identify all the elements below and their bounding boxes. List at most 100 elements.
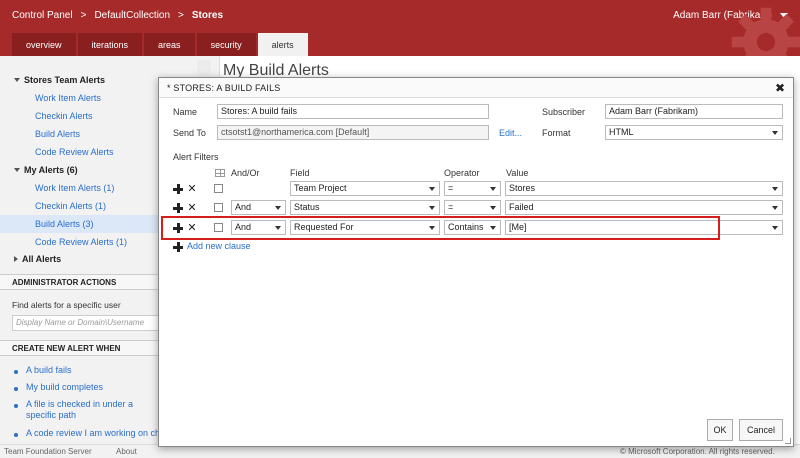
format-label: Format bbox=[542, 128, 571, 138]
operator-value: = bbox=[448, 202, 454, 212]
column-field: Field bbox=[290, 168, 310, 178]
alert-dialog: * STORES: A BUILD FAILS ✖ Name Stores: A… bbox=[158, 77, 794, 447]
dialog-header: * STORES: A BUILD FAILS ✖ bbox=[159, 78, 793, 98]
andor-select[interactable]: And bbox=[231, 200, 286, 215]
field-value: Team Project bbox=[294, 183, 347, 193]
expand-icon bbox=[14, 168, 20, 172]
bullet-icon bbox=[14, 433, 18, 437]
remove-clause-icon[interactable]: ✕ bbox=[187, 184, 197, 195]
format-select[interactable]: HTML bbox=[605, 125, 783, 140]
dialog-title: * STORES: A BUILD FAILS bbox=[167, 83, 281, 93]
breadcrumb-separator: > bbox=[80, 10, 87, 21]
sidebar-item-team-build-alerts[interactable]: Build Alerts bbox=[35, 125, 80, 143]
gear-icon bbox=[731, 7, 800, 56]
andor-value: And bbox=[235, 202, 252, 212]
bullet-icon bbox=[14, 387, 18, 391]
field-select[interactable]: Team Project bbox=[290, 181, 440, 196]
sidebar-item-team-code-review-alerts[interactable]: Code Review Alerts bbox=[35, 143, 114, 161]
operator-value: = bbox=[448, 183, 454, 193]
column-value: Value bbox=[506, 168, 529, 178]
value-text: Failed bbox=[509, 202, 534, 212]
add-clause-icon[interactable] bbox=[173, 203, 183, 213]
sidebar-item-my-checkin-alerts[interactable]: Checkin Alerts (1) bbox=[35, 197, 106, 215]
create-alert-file-checked-in[interactable]: A file is checked in under a specific pa… bbox=[26, 399, 160, 421]
sidebar-item-my-work-item-alerts[interactable]: Work Item Alerts (1) bbox=[35, 179, 114, 197]
breadcrumb-collection[interactable]: DefaultCollection bbox=[94, 10, 170, 21]
resize-grip-icon[interactable] bbox=[785, 438, 791, 444]
chevron-down-icon bbox=[275, 206, 281, 210]
sidebar-header-label: All Alerts bbox=[22, 254, 62, 264]
tab-areas[interactable]: areas bbox=[144, 33, 195, 56]
collapse-icon bbox=[14, 256, 18, 262]
cancel-button[interactable]: Cancel bbox=[739, 419, 783, 441]
sendto-field[interactable]: ctsotst1@northamerica.com [Default] bbox=[217, 125, 489, 140]
row-checkbox[interactable] bbox=[214, 184, 223, 193]
breadcrumb-separator: > bbox=[178, 10, 184, 21]
sidebar-header-label: Stores Team Alerts bbox=[24, 75, 106, 85]
row-checkbox[interactable] bbox=[214, 203, 223, 212]
subscriber-field[interactable]: Adam Barr (Fabrikam) bbox=[605, 104, 783, 119]
chevron-down-icon bbox=[490, 206, 496, 210]
sidebar-all-alerts[interactable]: All Alerts bbox=[14, 250, 61, 268]
edit-link[interactable]: Edit... bbox=[499, 128, 522, 138]
footer-copyright: © Microsoft Corporation. All rights rese… bbox=[620, 447, 775, 456]
create-alert-build-completes[interactable]: My build completes bbox=[26, 382, 160, 393]
breadcrumb-control-panel[interactable]: Control Panel bbox=[12, 10, 73, 21]
tab-security[interactable]: security bbox=[196, 33, 256, 56]
top-header: Control Panel > DefaultCollection > Stor… bbox=[0, 0, 800, 56]
breadcrumb: Control Panel > DefaultCollection > Stor… bbox=[12, 10, 223, 21]
value-text: Stores bbox=[509, 183, 536, 193]
remove-clause-icon[interactable]: ✕ bbox=[187, 203, 197, 214]
sidebar-item-team-work-item-alerts[interactable]: Work Item Alerts bbox=[35, 89, 101, 107]
field-value: Status bbox=[294, 202, 320, 212]
alert-filters-label: Alert Filters bbox=[173, 152, 219, 162]
chevron-down-icon bbox=[772, 226, 778, 230]
breadcrumb-current: Stores bbox=[191, 10, 224, 21]
find-user-input[interactable]: Display Name or Domain\Username bbox=[12, 315, 162, 331]
subscriber-label: Subscriber bbox=[542, 107, 586, 117]
field-select[interactable]: Status bbox=[290, 200, 440, 215]
add-clause-icon[interactable] bbox=[173, 242, 183, 252]
sidebar-item-my-code-review-alerts[interactable]: Code Review Alerts (1) bbox=[35, 233, 127, 251]
value-select[interactable]: Stores bbox=[505, 181, 783, 196]
sidebar-my-alerts-header[interactable]: My Alerts (6) bbox=[14, 161, 78, 179]
grid-icon[interactable] bbox=[215, 169, 225, 177]
tab-iterations[interactable]: iterations bbox=[77, 33, 143, 56]
bullet-icon bbox=[14, 370, 18, 374]
sidebar-header-label: My Alerts (6) bbox=[24, 165, 78, 175]
chevron-down-icon bbox=[429, 206, 435, 210]
tab-bar: overview iterations areas security alert… bbox=[12, 33, 308, 56]
subscriber-value: Adam Barr (Fabrikam) bbox=[609, 106, 699, 116]
value-select[interactable]: Failed bbox=[505, 200, 783, 215]
create-alert-code-review[interactable]: A code review I am working on ch bbox=[26, 428, 160, 439]
tab-overview[interactable]: overview bbox=[12, 33, 76, 56]
close-icon[interactable]: ✖ bbox=[775, 81, 785, 95]
bullet-icon bbox=[14, 404, 18, 408]
name-label: Name bbox=[173, 107, 198, 117]
sendto-label: Send To bbox=[173, 128, 206, 138]
chevron-down-icon bbox=[429, 187, 435, 191]
add-new-clause-link[interactable]: Add new clause bbox=[187, 241, 251, 251]
expand-icon bbox=[14, 78, 20, 82]
format-value: HTML bbox=[609, 127, 634, 137]
sidebar-item-team-checkin-alerts[interactable]: Checkin Alerts bbox=[35, 107, 93, 125]
footer-about-link[interactable]: About bbox=[116, 447, 137, 456]
highlight-box bbox=[161, 216, 720, 240]
operator-select[interactable]: = bbox=[444, 200, 501, 215]
chevron-down-icon bbox=[772, 131, 778, 135]
find-alerts-label: Find alerts for a specific user bbox=[12, 300, 121, 310]
chevron-down-icon bbox=[772, 206, 778, 210]
sidebar-item-label: Build Alerts (3) bbox=[35, 219, 94, 229]
chevron-down-icon bbox=[772, 187, 778, 191]
chevron-down-icon bbox=[490, 187, 496, 191]
name-input[interactable]: Stores: A build fails bbox=[217, 104, 489, 119]
footer-product: Team Foundation Server bbox=[4, 447, 92, 456]
column-andor: And/Or bbox=[231, 168, 260, 178]
column-operator: Operator bbox=[444, 168, 480, 178]
operator-select[interactable]: = bbox=[444, 181, 501, 196]
create-alert-build-fails[interactable]: A build fails bbox=[26, 365, 160, 376]
sidebar-team-alerts-header[interactable]: Stores Team Alerts bbox=[14, 71, 105, 89]
add-clause-icon[interactable] bbox=[173, 184, 183, 194]
tab-alerts[interactable]: alerts bbox=[257, 33, 308, 56]
ok-button[interactable]: OK bbox=[707, 419, 733, 441]
